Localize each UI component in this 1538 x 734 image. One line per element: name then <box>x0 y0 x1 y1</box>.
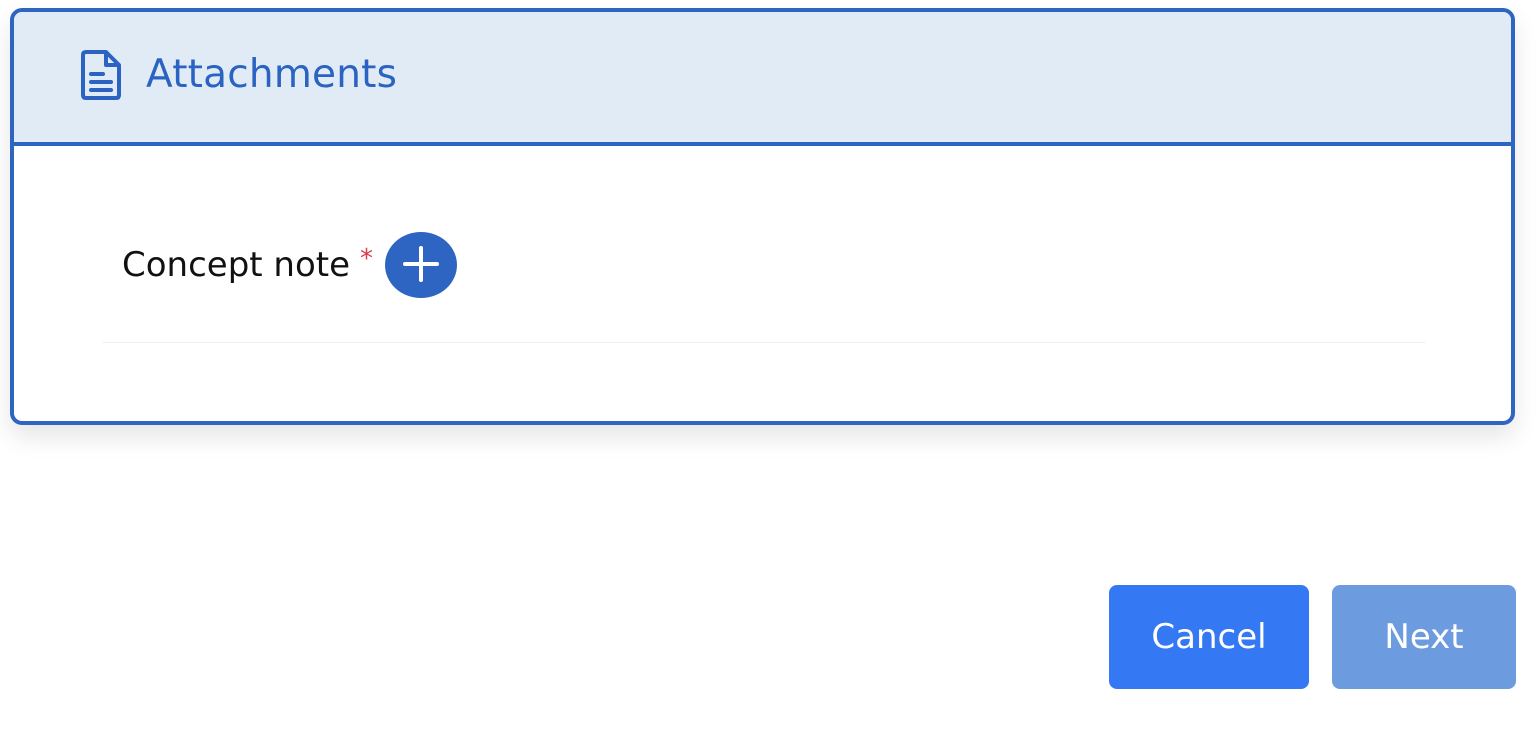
card-header: Attachments <box>14 12 1511 146</box>
add-concept-note-button[interactable] <box>385 232 458 298</box>
next-button[interactable]: Next <box>1332 585 1516 689</box>
document-icon <box>78 49 124 101</box>
cancel-button[interactable]: Cancel <box>1109 585 1309 689</box>
concept-note-field: Concept note * <box>122 230 458 300</box>
field-divider <box>102 342 1426 343</box>
attachments-card: Attachments Concept note * <box>10 8 1515 425</box>
concept-note-label: Concept note <box>122 245 351 285</box>
card-title: Attachments <box>146 52 398 97</box>
required-indicator: * <box>360 244 374 274</box>
plus-icon <box>401 244 441 287</box>
